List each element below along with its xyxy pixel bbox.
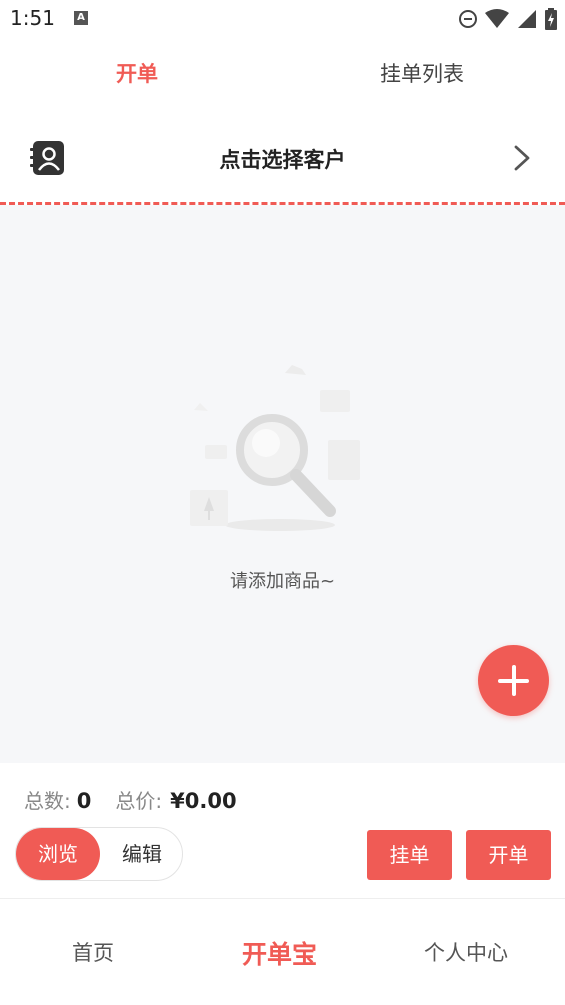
nav-home[interactable]: 首页 [72, 937, 114, 967]
wifi-icon [485, 9, 509, 28]
browse-mode-button[interactable]: 浏览 [16, 828, 100, 880]
product-list-area: 请添加商品~ [0, 205, 565, 763]
bottom-navigation: 首页 开单宝 个人中心 [0, 898, 565, 1005]
total-count-label: 总数: [24, 789, 71, 813]
add-product-button[interactable] [478, 645, 549, 716]
do-not-disturb-icon [459, 10, 477, 28]
total-price-label: 总价: [115, 789, 163, 813]
total-count-value: 0 [76, 789, 92, 813]
cell-signal-icon [518, 10, 536, 28]
order-summary-panel: 总数: 0 总价: ¥0.00 浏览 编辑 挂单 开单 [0, 763, 565, 900]
battery-icon [545, 8, 557, 30]
a-notification-icon: A [74, 11, 88, 25]
mode-toggle: 浏览 编辑 [15, 827, 183, 881]
status-icons [459, 8, 557, 30]
status-bar: 1:51 A [0, 0, 565, 38]
nav-profile[interactable]: 个人中心 [424, 937, 508, 967]
totals-row: 总数: 0 总价: ¥0.00 [24, 785, 237, 814]
tab-held-orders[interactable]: 挂单列表 [380, 58, 464, 88]
empty-search-illustration [190, 365, 360, 531]
chevron-right-icon [514, 145, 530, 171]
top-tabs: 开单 挂单列表 [0, 38, 565, 110]
empty-state-text: 请添加商品~ [229, 571, 336, 592]
tab-create-order[interactable]: 开单 [116, 58, 158, 88]
edit-mode-button[interactable]: 编辑 [100, 828, 184, 880]
select-customer-row[interactable]: 点击选择客户 [0, 110, 565, 204]
total-price-value: ¥0.00 [170, 789, 237, 813]
hold-order-button[interactable]: 挂单 [367, 830, 452, 880]
nav-app[interactable]: 开单宝 [242, 935, 317, 971]
select-customer-label: 点击选择客户 [219, 148, 346, 172]
create-order-button[interactable]: 开单 [466, 830, 551, 880]
status-time: 1:51 [10, 6, 55, 30]
